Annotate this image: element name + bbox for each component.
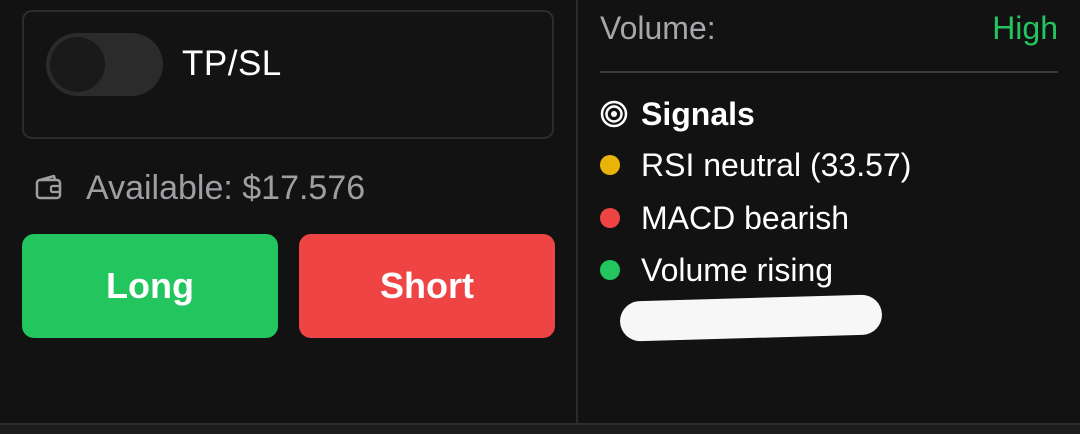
- volume-label: Volume:: [600, 9, 716, 46]
- wallet-icon: [35, 174, 62, 200]
- signal-status-dot: [600, 155, 620, 175]
- signal-text: Volume rising: [641, 251, 834, 288]
- order-panel: TP/SL Available: $17.576 Long Short: [0, 0, 576, 423]
- available-text: Available: $17.576: [86, 168, 366, 207]
- available-balance: Available: $17.576: [34, 167, 365, 209]
- tpsl-card: TP/SL: [22, 10, 554, 139]
- trading-widget: TP/SL Available: $17.576 Long Short Volu…: [0, 0, 1080, 434]
- signals-header: Signals: [600, 94, 755, 134]
- analysis-panel: Volume: High Signals RSI neutral (33.57)…: [578, 0, 1080, 423]
- redaction-mark: [619, 294, 883, 342]
- long-button[interactable]: Long: [22, 234, 278, 338]
- target-icon: [600, 100, 628, 128]
- section-divider: [600, 71, 1058, 73]
- signal-status-dot: [600, 260, 620, 280]
- tpsl-label: TP/SL: [182, 44, 282, 83]
- short-button[interactable]: Short: [299, 234, 555, 338]
- toggle-knob: [50, 37, 105, 92]
- tpsl-toggle[interactable]: [46, 33, 163, 96]
- signal-status-dot: [600, 208, 620, 228]
- signals-title: Signals: [641, 95, 755, 132]
- signal-item-macd: MACD bearish: [600, 198, 849, 238]
- signal-item-rsi: RSI neutral (33.57): [600, 145, 911, 185]
- bottom-border: [0, 423, 1080, 434]
- volume-row: Volume: High: [600, 8, 1058, 48]
- signal-item-volume: Volume rising: [600, 250, 833, 290]
- signal-text: MACD bearish: [641, 199, 850, 236]
- signal-text: RSI neutral (33.57): [641, 146, 912, 183]
- volume-value: High: [992, 9, 1058, 46]
